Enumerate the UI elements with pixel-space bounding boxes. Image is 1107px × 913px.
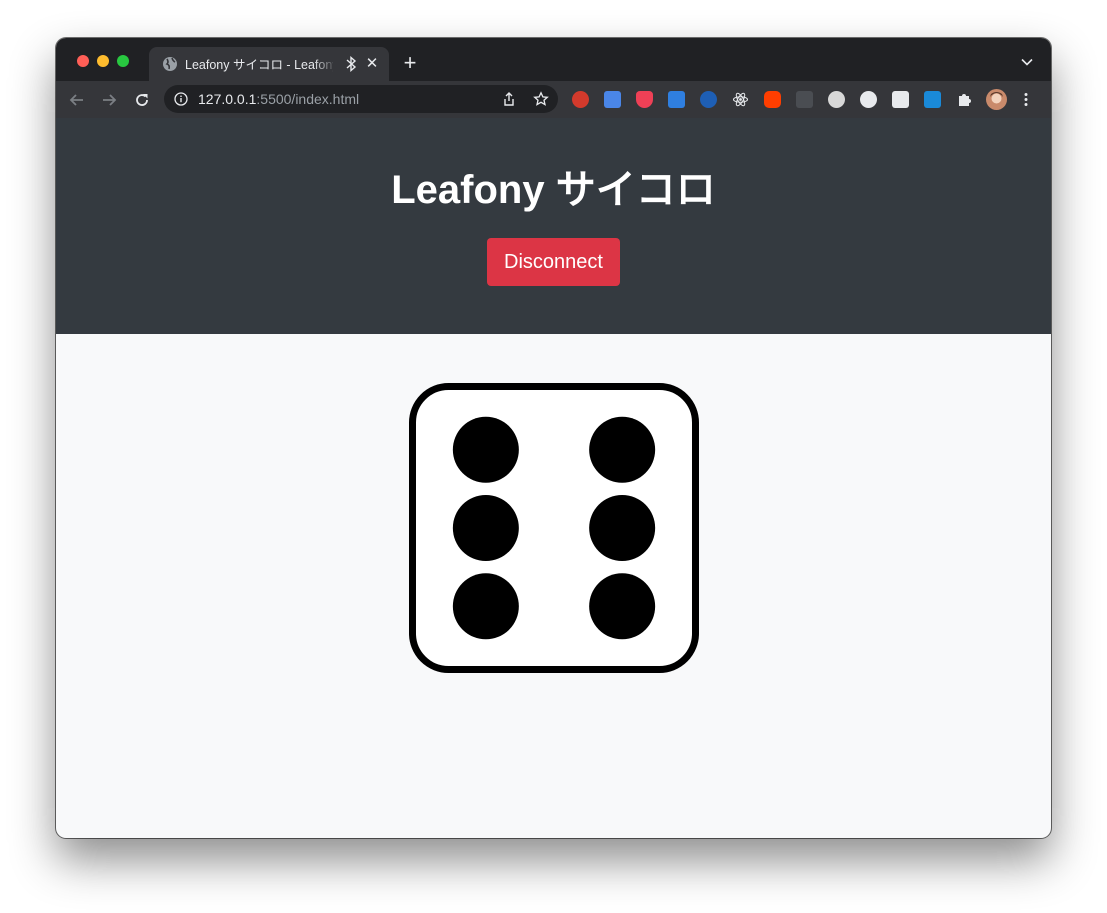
forward-arrow-icon[interactable] [99,90,119,110]
menu-kebab-icon[interactable] [1022,91,1030,108]
die-pip [452,573,519,640]
profile-avatar[interactable] [986,89,1007,110]
url-text[interactable]: 127.0.0.1:5500/index.html [198,91,359,107]
die-pip [452,495,519,561]
translate-badge-icon[interactable] [924,91,941,108]
new-tab-button[interactable]: + [398,52,422,76]
die-pip [589,495,656,561]
die [409,383,699,673]
window-maximize-button[interactable] [117,55,129,67]
react-devtools-icon[interactable] [732,91,749,108]
reader-icon[interactable] [796,91,813,108]
page-title: Leafony サイコロ [391,168,716,212]
browser-tab[interactable]: Leafony サイコロ - Leafony ✕ [149,47,389,81]
die-pip [589,416,656,483]
window-minimize-button[interactable] [97,55,109,67]
extensions-puzzle-icon[interactable] [956,91,973,108]
info-icon[interactable] [174,92,188,106]
browser-toolbar: 127.0.0.1:5500/index.html [56,81,1051,118]
globe-icon [163,57,177,71]
todo-check-icon[interactable] [700,91,717,108]
disconnect-button[interactable]: Disconnect [487,238,620,286]
die-face-six-icon [409,383,699,673]
reload-icon[interactable] [132,90,152,110]
seo-icon[interactable] [572,91,589,108]
share-icon[interactable] [501,91,517,107]
pocket-icon[interactable] [636,91,653,108]
browser-window: Leafony サイコロ - Leafony ✕ + 127.0.0.1:550… [56,38,1051,838]
back-arrow-icon[interactable] [67,90,87,110]
markdown-icon[interactable] [828,91,845,108]
window-close-button[interactable] [77,55,89,67]
tab-title: Leafony サイコロ - Leafony [185,58,333,72]
google-translate-icon[interactable] [604,91,621,108]
die-pip [452,416,519,483]
die-pip [589,573,656,640]
tab-close-icon[interactable]: ✕ [362,54,382,74]
chevron-down-icon[interactable] [1020,55,1034,69]
svelte-icon[interactable] [764,91,781,108]
address-bar[interactable]: 127.0.0.1:5500/index.html [164,85,558,113]
bluetooth-icon [346,56,357,72]
bookmark-icon[interactable] [892,91,909,108]
tab-strip: Leafony サイコロ - Leafony ✕ + [56,38,1051,81]
screenshot-icon[interactable] [668,91,685,108]
star-icon[interactable] [533,91,549,107]
password-manager-icon[interactable] [860,91,877,108]
page-header: Leafony サイコロ Disconnect [56,118,1051,334]
